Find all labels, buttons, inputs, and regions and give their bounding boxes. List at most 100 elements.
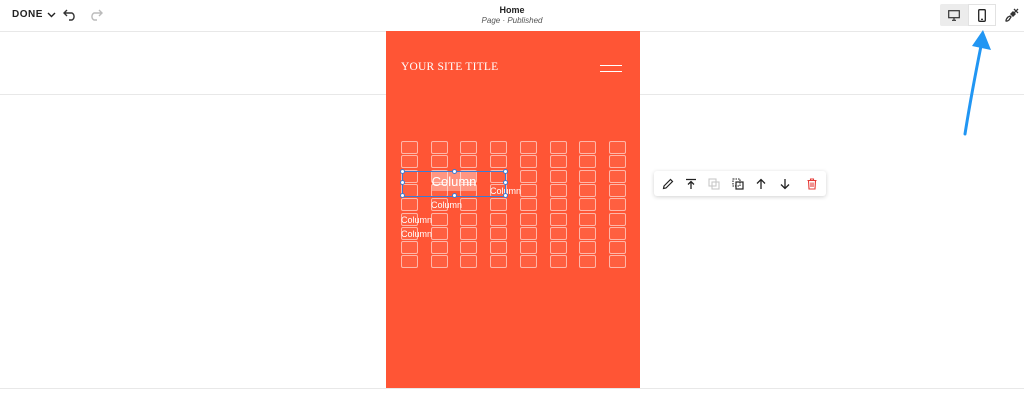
grid-cell bbox=[579, 183, 597, 197]
grid-cell bbox=[519, 141, 537, 154]
mobile-view-button[interactable] bbox=[968, 4, 996, 26]
grid-cell bbox=[519, 241, 537, 255]
grid-cell bbox=[519, 212, 537, 226]
resize-handle[interactable] bbox=[503, 169, 508, 174]
block-toolbar bbox=[654, 171, 826, 196]
resize-handle[interactable] bbox=[400, 180, 405, 185]
grid-cell bbox=[549, 198, 567, 212]
site-title[interactable]: YOUR SITE TITLE bbox=[401, 61, 498, 73]
pointer-arrow-icon bbox=[963, 30, 991, 136]
grid-cell bbox=[549, 155, 567, 169]
grid-cell bbox=[608, 241, 626, 255]
resize-handle[interactable] bbox=[503, 180, 508, 185]
grid-cell bbox=[579, 198, 597, 212]
grid-cell bbox=[490, 212, 508, 226]
duplicate-button[interactable] bbox=[729, 175, 747, 193]
delete-button[interactable] bbox=[803, 175, 821, 193]
grid-cell bbox=[549, 212, 567, 226]
grid-cell bbox=[519, 198, 537, 212]
resize-handle[interactable] bbox=[503, 193, 508, 198]
column-label[interactable]: Column bbox=[431, 200, 462, 210]
grid-cell bbox=[519, 255, 537, 269]
view-switcher bbox=[940, 4, 996, 26]
page-info: Home Page · Published bbox=[0, 5, 1024, 25]
grid-cell bbox=[549, 183, 567, 197]
grid-cell bbox=[549, 141, 567, 154]
grid-cell bbox=[579, 255, 597, 269]
grid-cell bbox=[519, 155, 537, 169]
grid-cell bbox=[430, 241, 448, 255]
grid-cell bbox=[579, 155, 597, 169]
grid-cell bbox=[490, 141, 508, 154]
grid-cell bbox=[490, 255, 508, 269]
grid-cell bbox=[460, 141, 478, 154]
editor-topbar: DONE Home Page · Published bbox=[0, 0, 1024, 31]
grid-cell bbox=[549, 255, 567, 269]
grid-cell bbox=[608, 255, 626, 269]
duplicate-disabled-button[interactable] bbox=[705, 175, 723, 193]
grid-cell bbox=[579, 212, 597, 226]
grid-cell bbox=[519, 183, 537, 197]
resize-handle[interactable] bbox=[400, 169, 405, 174]
grid-cell bbox=[608, 155, 626, 169]
grid-cell bbox=[460, 255, 478, 269]
grid-cell bbox=[460, 155, 478, 169]
page-status: Page · Published bbox=[481, 16, 543, 25]
resize-handle[interactable] bbox=[452, 169, 457, 174]
resize-handle[interactable] bbox=[400, 193, 405, 198]
grid-cell bbox=[430, 255, 448, 269]
grid-cell bbox=[608, 212, 626, 226]
grid-cell bbox=[460, 212, 478, 226]
grid-cell bbox=[430, 141, 448, 154]
grid-cell bbox=[608, 198, 626, 212]
edit-icon bbox=[662, 178, 674, 190]
grid-cell bbox=[430, 226, 448, 240]
grid-cell bbox=[579, 226, 597, 240]
grid-cell bbox=[608, 183, 626, 197]
grid-cell bbox=[490, 198, 508, 212]
design-button[interactable] bbox=[1002, 5, 1022, 25]
mobile-preview-canvas[interactable]: YOUR SITE TITLE Column Column Column Col… bbox=[386, 31, 640, 388]
grid-cell bbox=[490, 226, 508, 240]
move-to-top-button[interactable] bbox=[682, 175, 700, 193]
grid-cell bbox=[549, 241, 567, 255]
page-title: Home bbox=[499, 5, 525, 15]
column-label[interactable]: Column bbox=[401, 215, 432, 225]
grid-cell bbox=[608, 169, 626, 183]
paintbrush-icon bbox=[1005, 8, 1019, 22]
grid-cell bbox=[460, 241, 478, 255]
grid-cell bbox=[549, 169, 567, 183]
column-label[interactable]: Column bbox=[401, 229, 432, 239]
grid-cell bbox=[460, 226, 478, 240]
grid-cell bbox=[430, 212, 448, 226]
move-down-icon bbox=[780, 179, 790, 190]
grid-cell bbox=[579, 141, 597, 154]
move-up-icon bbox=[756, 178, 766, 189]
menu-icon[interactable] bbox=[600, 63, 622, 73]
grid-cell bbox=[430, 155, 448, 169]
grid-cell bbox=[579, 241, 597, 255]
desktop-icon bbox=[948, 9, 960, 21]
grid-cell bbox=[608, 141, 626, 154]
grid-cell bbox=[401, 255, 418, 269]
grid-cell bbox=[608, 226, 626, 240]
grid-cell bbox=[401, 241, 418, 255]
grid-cell bbox=[549, 226, 567, 240]
grid-cell bbox=[519, 226, 537, 240]
selection-box[interactable] bbox=[400, 169, 508, 198]
grid-cell bbox=[579, 169, 597, 183]
duplicate-disabled-icon bbox=[708, 178, 720, 190]
move-up-button[interactable] bbox=[752, 175, 770, 193]
desktop-view-button[interactable] bbox=[940, 4, 968, 26]
resize-handle[interactable] bbox=[452, 193, 457, 198]
grid-cell bbox=[519, 169, 537, 183]
grid-cell bbox=[490, 241, 508, 255]
grid-cell bbox=[401, 155, 418, 169]
delete-icon bbox=[807, 178, 817, 190]
edit-button[interactable] bbox=[659, 175, 677, 193]
grid-cell bbox=[460, 198, 478, 212]
footer-divider bbox=[0, 388, 1024, 389]
grid-cell bbox=[490, 155, 508, 169]
move-down-button[interactable] bbox=[776, 175, 794, 193]
grid-cell bbox=[401, 141, 418, 154]
